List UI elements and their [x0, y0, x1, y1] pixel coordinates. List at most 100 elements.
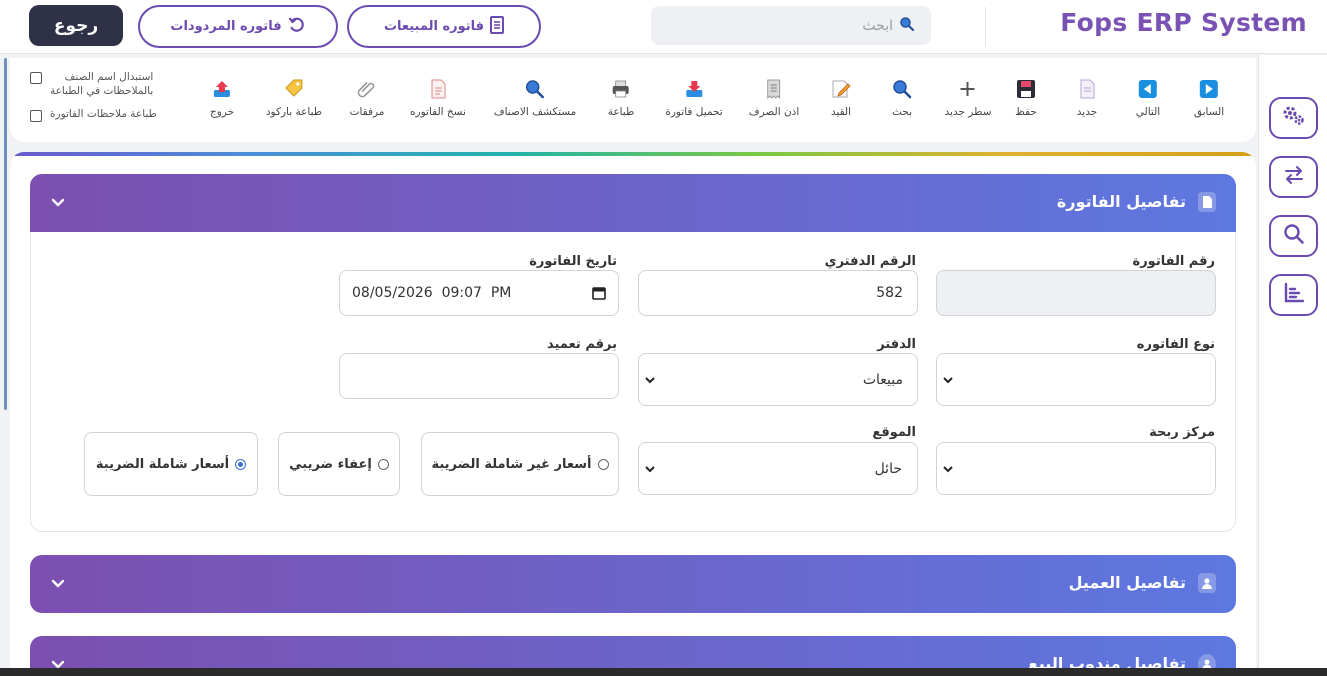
rainbow-divider [10, 152, 1256, 156]
calendar-icon[interactable] [592, 286, 606, 304]
book-label: الدفتر [877, 337, 916, 352]
radio-prices-including-tax[interactable]: أسعار شاملة الضريبة [84, 432, 258, 496]
receipt-icon [763, 78, 785, 100]
sales-invoice-button[interactable]: فاتوره المبيعات [347, 5, 541, 48]
chevron-down-icon [943, 376, 953, 383]
replace-item-name-label-1: استبدال اسم الصنف [64, 71, 154, 83]
invoice-details-title: تفاصيل الفاتورة [1056, 192, 1186, 211]
toolbar-print-label: طباعة [607, 106, 635, 118]
profit-center-select[interactable] [936, 442, 1216, 495]
tax-exempt-radio[interactable] [377, 458, 389, 470]
approval-number-field[interactable] [339, 353, 619, 399]
invoice-details-header[interactable]: تفاصيل الفاتورة [30, 174, 1236, 232]
returns-invoice-button[interactable]: فاتوره المردودات [138, 5, 338, 48]
chevron-down-icon[interactable] [50, 194, 66, 210]
print-invoice-notes-label: طباعة ملاحظات الفاتورة [50, 108, 157, 120]
invoice-number-label: رقم الفاتورة [1132, 254, 1215, 269]
prices-excluding-tax-radio[interactable] [597, 458, 609, 470]
chevron-down-icon [645, 376, 655, 383]
toolbar-exit-button[interactable]: خروج [210, 78, 234, 118]
customer-details-header[interactable]: تفاصيل العميل [30, 555, 1236, 613]
magnifier-icon [524, 78, 546, 100]
toolbar-attachments-label: مرفقات [349, 106, 385, 118]
toolbar-item-explorer-button[interactable]: مستكشف الاصناف [493, 78, 577, 118]
toolbar-issue-voucher-label: اذن الصرف [748, 106, 800, 118]
toolbar-item-explorer-label: مستكشف الاصناف [493, 106, 577, 118]
invoice-number-field [936, 270, 1216, 316]
toolbar-next-button[interactable]: التالي [1136, 78, 1160, 118]
radio-tax-exempt[interactable]: إعفاء ضريبي [278, 432, 400, 496]
prices-excluding-tax-label: أسعار غير شاملة الضريبة [431, 456, 592, 472]
floppy-disk-icon [1015, 78, 1037, 100]
play-right-icon [1198, 78, 1220, 100]
invoice-date-field[interactable]: 08/05/2026 09:07 PM [339, 270, 619, 316]
invoice-date-value: 08/05/2026 09:07 PM [352, 285, 512, 301]
report-button[interactable] [1269, 274, 1318, 316]
back-button[interactable]: رجوع [29, 5, 123, 46]
sales-invoice-label: فاتوره المبيعات [383, 19, 485, 34]
play-left-icon [1137, 78, 1159, 100]
prices-including-tax-radio[interactable] [235, 458, 247, 470]
scroll-indicator[interactable] [4, 58, 7, 410]
book-select[interactable]: مبيعات [638, 353, 918, 406]
location-select[interactable]: حائل [638, 442, 918, 495]
returns-invoice-label: فاتوره المردودات [170, 19, 282, 34]
toolbar-copy-invoice-button[interactable]: نسخ الفاتوره [410, 78, 466, 118]
book-value: مبيعات [862, 371, 903, 388]
toolbar-save-button[interactable]: حفظ [1015, 78, 1037, 118]
header-divider [985, 7, 986, 47]
copy-document-icon [427, 78, 449, 100]
print-invoice-notes-option[interactable]: طباعة ملاحظات الفاتورة [30, 108, 157, 122]
invoice-type-label: نوع الفاتوره [1136, 337, 1215, 352]
rail-search-button[interactable] [1269, 215, 1318, 257]
toolbar-save-label: حفظ [1015, 106, 1037, 118]
toolbar-new-label: جديد [1076, 106, 1098, 118]
toolbar-new-line-button[interactable]: سطر جديد [944, 78, 992, 118]
toolbar-new-button[interactable]: جديد [1076, 78, 1098, 118]
settings-button[interactable] [1269, 97, 1318, 139]
toolbar-issue-voucher-button[interactable]: اذن الصرف [748, 78, 800, 118]
replace-item-name-option[interactable]: استبدال اسم الصنف بالملاحظات في الطباعة [30, 70, 157, 98]
toolbar-previous-label: السابق [1193, 106, 1225, 118]
ledger-number-field[interactable]: 582 [638, 270, 918, 316]
document-icon [1198, 192, 1216, 212]
radio-prices-excluding-tax[interactable]: أسعار غير شاملة الضريبة [421, 432, 619, 496]
prices-including-tax-label: أسعار شاملة الضريبة [95, 456, 230, 472]
profit-center-label: مركز ربحة [1149, 425, 1215, 440]
search-icon [899, 16, 915, 36]
upload-exit-icon [211, 78, 233, 100]
search-input[interactable]: ابحث [651, 6, 931, 45]
search-placeholder: ابحث [862, 17, 893, 34]
invoice-type-select[interactable] [936, 353, 1216, 406]
customer-details-title: تفاصيل العميل [1068, 573, 1186, 592]
print-invoice-notes-checkbox[interactable] [30, 110, 42, 122]
toolbar-new-line-label: سطر جديد [944, 106, 992, 118]
replace-item-name-checkbox[interactable] [30, 72, 42, 84]
toolbar-search-button[interactable]: بحث [891, 78, 913, 118]
toolbar-barcode-print-button[interactable]: طباعة باركود [266, 78, 322, 118]
taskbar-edge [0, 668, 1327, 676]
toolbar-attachments-button[interactable]: مرفقات [349, 78, 385, 118]
toolbar-load-invoice-button[interactable]: تحميل فاتورة [665, 78, 723, 118]
invoice-list-icon [490, 15, 505, 38]
bar-chart-icon [1283, 282, 1305, 308]
transfer-button[interactable] [1269, 156, 1318, 198]
replace-item-name-label-2: بالملاحظات في الطباعة [50, 85, 154, 97]
chevron-down-icon [645, 465, 655, 472]
toolbar-barcode-print-label: طباعة باركود [265, 106, 323, 118]
chevron-down-icon[interactable] [50, 575, 66, 591]
main-content: تفاصيل الفاتورة رقم الفاتورة الرقم الدفت… [10, 152, 1256, 676]
action-toolbar: استبدال اسم الصنف بالملاحظات في الطباعة … [10, 58, 1256, 142]
paperclip-icon [356, 78, 378, 100]
toolbar-search-label: بحث [891, 106, 912, 118]
toolbar-previous-button[interactable]: السابق [1194, 78, 1224, 118]
toolbar-journal-button[interactable]: القيد [830, 78, 852, 118]
toolbar-copy-invoice-label: نسخ الفاتوره [410, 106, 466, 118]
search-icon [1283, 223, 1305, 249]
download-icon [683, 78, 705, 100]
gears-icon [1281, 104, 1307, 132]
brand-title: Fops ERP System [1060, 8, 1307, 37]
plus-icon [957, 78, 979, 100]
chevron-down-icon [943, 465, 953, 472]
toolbar-print-button[interactable]: طباعة [607, 78, 635, 118]
